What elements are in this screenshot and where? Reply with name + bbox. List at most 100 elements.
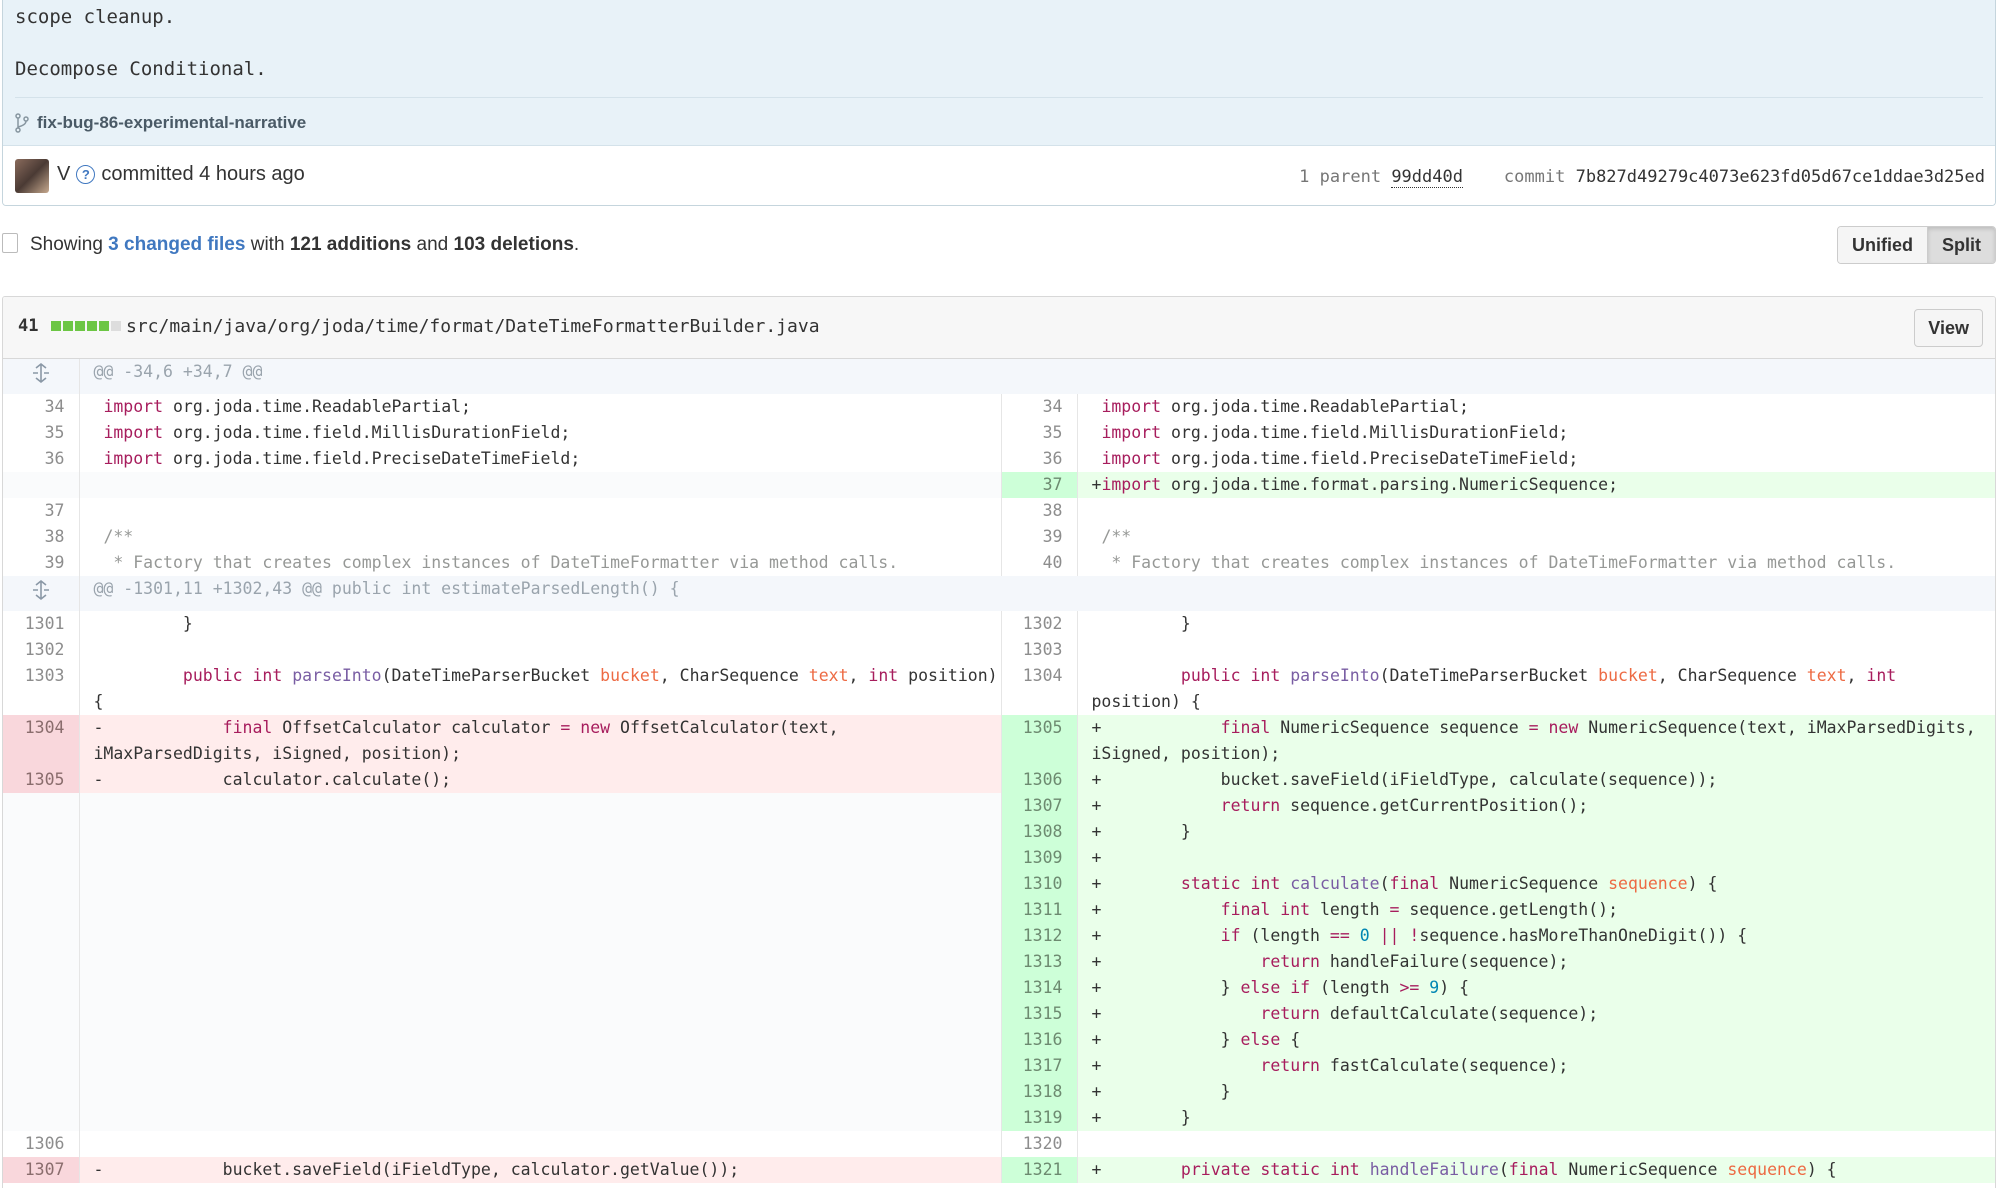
added-code-line: + } bbox=[1077, 1079, 1995, 1105]
right-line-number: 1306 bbox=[1001, 767, 1078, 793]
added-code-line: + } bbox=[1077, 819, 1995, 845]
left-code-empty bbox=[79, 975, 1002, 1001]
right-code-line: import org.joda.time.field.MillisDuratio… bbox=[1101, 423, 1569, 442]
right-line-number: 1318 bbox=[1001, 1079, 1078, 1105]
diff-row: 1312 + if (length == 0 || !sequence.hasMo… bbox=[3, 923, 1995, 949]
branch-link[interactable]: fix-bug-86-experimental-narrative bbox=[37, 113, 306, 133]
diff-row: 1307 + return sequence.getCurrentPosition… bbox=[3, 793, 1995, 819]
view-file-button[interactable]: View bbox=[1914, 309, 1983, 347]
diff-row: 36 import org.joda.time.field.PreciseDat… bbox=[3, 446, 1995, 472]
left-code-empty bbox=[79, 1053, 1002, 1079]
left-line-number-empty bbox=[3, 975, 80, 1001]
added-code-line: + static int calculate(final NumericSequ… bbox=[1077, 871, 1995, 897]
diff-row: 1315 + return defaultCalculate(sequence); bbox=[3, 1001, 1995, 1027]
added-code-line: + bbox=[1077, 845, 1995, 871]
commit-message-line: scope cleanup. bbox=[15, 6, 176, 28]
changed-files-link[interactable]: 3 changed files bbox=[108, 234, 245, 255]
author-name[interactable]: V bbox=[57, 163, 70, 186]
right-line-number: 1315 bbox=[1001, 1001, 1078, 1027]
diff-row: 1303 public int parseInto(DateTimeParser… bbox=[3, 663, 1995, 715]
added-code-line: + final NumericSequence sequence = new N… bbox=[1077, 715, 1995, 767]
diff-row: 39 * Factory that creates complex instan… bbox=[3, 550, 1995, 576]
added-code-line: + private static int handleFailure(final… bbox=[1077, 1157, 1995, 1183]
diff-row: 1304- final OffsetCalculator calculator … bbox=[3, 715, 1995, 767]
diff-row: 37 +import org.joda.time.format.parsing.N… bbox=[3, 472, 1995, 498]
left-code-line: } bbox=[79, 611, 1002, 637]
left-code-empty bbox=[79, 472, 1002, 498]
right-line-number: 1314 bbox=[1001, 975, 1078, 1001]
left-line-number-empty bbox=[3, 819, 80, 845]
diff-toc: Showing 3 changed files with 121 additio… bbox=[0, 226, 1999, 266]
right-line-number: 40 bbox=[1001, 550, 1078, 576]
question-icon[interactable]: ? bbox=[76, 165, 96, 184]
diff-row: 37 38 bbox=[3, 498, 1995, 524]
right-line-number: 1307 bbox=[1001, 793, 1078, 819]
left-line-number: 1304 bbox=[3, 715, 80, 767]
left-line-number: 39 bbox=[3, 550, 80, 576]
right-line-number: 1302 bbox=[1001, 611, 1078, 637]
left-code-line: import org.joda.time.field.PreciseDateTi… bbox=[79, 446, 1002, 472]
right-line-number: 1312 bbox=[1001, 923, 1078, 949]
diff-row: 1305- calculator.calculate(); 1306 + bucke… bbox=[3, 767, 1995, 793]
left-code-line bbox=[79, 637, 1002, 663]
left-code-empty bbox=[79, 819, 1002, 845]
right-line-number: 1317 bbox=[1001, 1053, 1078, 1079]
unified-button[interactable]: Unified bbox=[1838, 227, 1928, 263]
left-line-number: 36 bbox=[3, 446, 80, 472]
left-code-line: /** bbox=[79, 524, 1002, 550]
left-line-number-empty bbox=[3, 1079, 80, 1105]
commit-summary: scope cleanup. Decompose Conditional. fi… bbox=[2, 0, 1996, 206]
diff-row: 1313 + return handleFailure(sequence); bbox=[3, 949, 1995, 975]
left-line-number-empty bbox=[3, 923, 80, 949]
left-line-number: 1301 bbox=[3, 611, 80, 637]
diffstat-block bbox=[75, 321, 85, 331]
left-line-number-empty bbox=[3, 1027, 80, 1053]
left-code-empty bbox=[79, 1001, 1002, 1027]
right-line-number: 1319 bbox=[1001, 1105, 1078, 1131]
left-line-number-empty bbox=[3, 1053, 80, 1079]
right-line-number: 1316 bbox=[1001, 1027, 1078, 1053]
expand-cell[interactable] bbox=[3, 359, 80, 394]
expand-cell[interactable] bbox=[3, 576, 80, 611]
right-line-number: 1305 bbox=[1001, 715, 1078, 767]
right-line-number: 34 bbox=[1001, 394, 1078, 420]
right-line-number: 38 bbox=[1001, 498, 1078, 524]
left-code-line bbox=[79, 1131, 1002, 1157]
hunk-header-row: @@ -34,6 +34,7 @@ bbox=[3, 359, 1995, 394]
diff-row: 1307- bucket.saveField(iFieldType, calcu… bbox=[3, 1157, 1995, 1183]
left-code-line bbox=[79, 498, 1002, 524]
left-code-empty bbox=[79, 1105, 1002, 1131]
right-line-number: 37 bbox=[1001, 472, 1078, 498]
toc-and: and bbox=[416, 234, 449, 255]
right-line-number: 39 bbox=[1001, 524, 1078, 550]
left-line-number: 34 bbox=[3, 394, 80, 420]
diffstat-block bbox=[51, 321, 61, 331]
right-line-number: 1313 bbox=[1001, 949, 1078, 975]
diff-row: 1311 + final int length = sequence.getLen… bbox=[3, 897, 1995, 923]
added-code-line: + final int length = sequence.getLength(… bbox=[1077, 897, 1995, 923]
left-line-number-empty bbox=[3, 897, 80, 923]
file-diff-icon bbox=[2, 233, 18, 253]
left-code-empty bbox=[79, 897, 1002, 923]
split-button[interactable]: Split bbox=[1928, 227, 1995, 263]
branch-row: fix-bug-86-experimental-narrative bbox=[15, 112, 306, 134]
right-code-line bbox=[1077, 498, 1995, 524]
avatar[interactable] bbox=[15, 159, 49, 193]
left-line-number-empty bbox=[3, 949, 80, 975]
left-line-number-empty bbox=[3, 1105, 80, 1131]
added-code-line: + return handleFailure(sequence); bbox=[1077, 949, 1995, 975]
right-code-line: } bbox=[1091, 614, 1191, 633]
right-code-line: /** bbox=[1101, 527, 1132, 546]
divider bbox=[15, 97, 1983, 98]
left-line-number-empty bbox=[3, 871, 80, 897]
unfold-icon[interactable] bbox=[30, 362, 52, 384]
left-line-number: 1305 bbox=[3, 767, 80, 793]
right-line-number: 1303 bbox=[1001, 637, 1078, 663]
file-change-count: 41 bbox=[18, 316, 39, 336]
unfold-icon[interactable] bbox=[30, 579, 52, 601]
left-code-empty bbox=[79, 1079, 1002, 1105]
parent-sha-link[interactable]: 99dd40d bbox=[1391, 167, 1463, 188]
left-code-empty bbox=[79, 1027, 1002, 1053]
deleted-code-line: - bucket.saveField(iFieldType, calculato… bbox=[79, 1157, 1002, 1183]
diff-row: 1308 + } bbox=[3, 819, 1995, 845]
